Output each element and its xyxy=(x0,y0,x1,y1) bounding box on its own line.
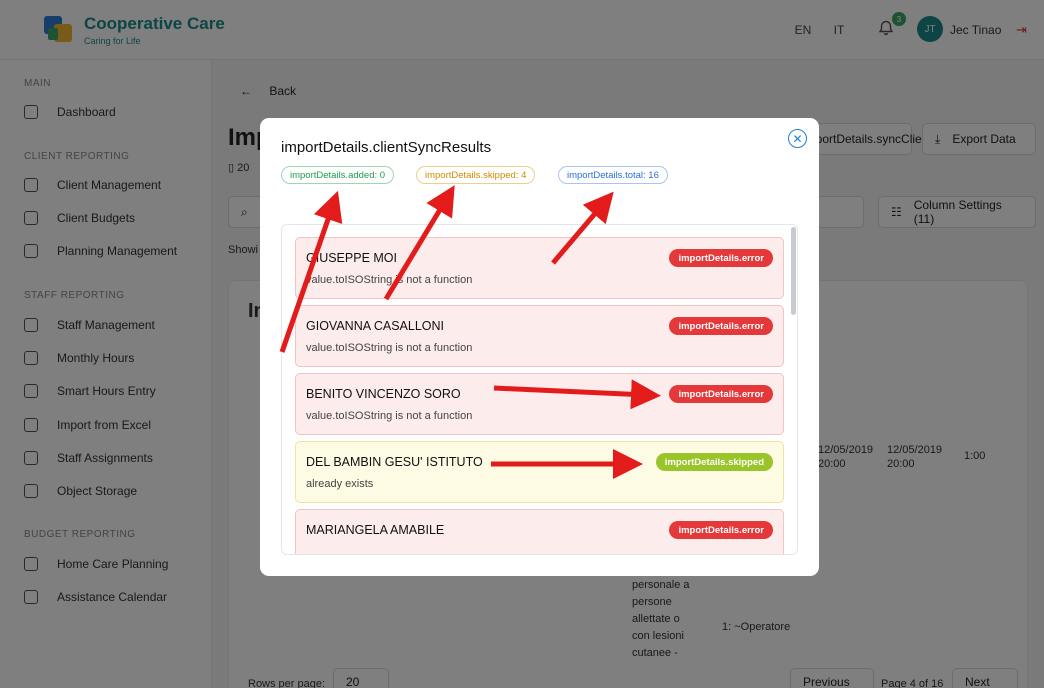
dialog-title: importDetails.clientSyncResults xyxy=(281,139,492,156)
result-row: GIOVANNA CASALLONI value.toISOString is … xyxy=(295,305,784,367)
client-name: MARIANGELA AMABILE xyxy=(306,523,445,537)
status-badge: importDetails.error xyxy=(669,521,773,539)
result-message: value.toISOString is not a function xyxy=(306,342,473,354)
client-name: DEL BAMBIN GESU' ISTITUTO xyxy=(306,455,483,469)
client-name: BENITO VINCENZO SORO xyxy=(306,387,461,401)
result-row: DEL BAMBIN GESU' ISTITUTO already exists… xyxy=(295,441,784,503)
client-name: GIOVANNA CASALLONI xyxy=(306,319,445,333)
client-name: GIUSEPPE MOI xyxy=(306,251,397,265)
result-row: GIUSEPPE MOI value.toISOString is not a … xyxy=(295,237,784,299)
results-list[interactable]: GIUSEPPE MOI value.toISOString is not a … xyxy=(281,224,798,555)
skipped-count-chip: importDetails.skipped: 4 xyxy=(416,166,536,184)
scrollbar-thumb[interactable] xyxy=(791,227,796,315)
result-message: value.toISOString is not a function xyxy=(306,274,473,286)
close-icon[interactable]: ✕ xyxy=(788,129,807,148)
status-badge: importDetails.skipped xyxy=(655,453,773,471)
added-count-chip: importDetails.added: 0 xyxy=(281,166,395,184)
status-badge: importDetails.error xyxy=(669,317,773,335)
result-message: already exists xyxy=(306,478,374,490)
status-badge: importDetails.error xyxy=(669,249,773,267)
sync-results-dialog: importDetails.clientSyncResults ✕ import… xyxy=(260,118,819,576)
status-badge: importDetails.error xyxy=(669,385,773,403)
result-message: value.toISOString is not a function xyxy=(306,410,473,422)
total-count-chip: importDetails.total: 16 xyxy=(558,166,668,184)
result-row: BENITO VINCENZO SORO value.toISOString i… xyxy=(295,373,784,435)
result-row: MARIANGELA AMABILE importDetails.error xyxy=(295,509,784,554)
